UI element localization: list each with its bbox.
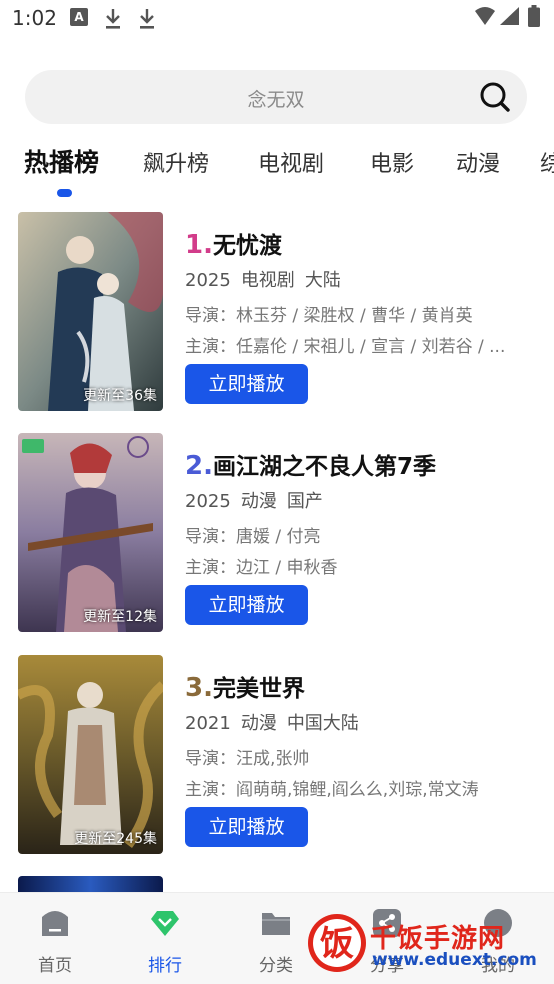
search-input[interactable]: 念无双 bbox=[25, 70, 527, 124]
title-text: 完美世界 bbox=[212, 676, 305, 702]
title-text: 无忧渡 bbox=[212, 233, 282, 259]
item-meta: 2025 电视剧 大陆 bbox=[185, 266, 351, 292]
genre: 动漫 bbox=[240, 713, 277, 734]
home-icon bbox=[42, 911, 68, 936]
item-title[interactable]: 2.画江湖之不良人第7季 bbox=[185, 447, 436, 481]
poster-image[interactable]: 更新至36集 bbox=[18, 212, 163, 411]
nav-label: 首页 bbox=[38, 956, 72, 976]
rank-number: 3. bbox=[185, 673, 213, 703]
nav-home[interactable]: 首页 bbox=[0, 893, 110, 984]
folder-icon bbox=[262, 913, 290, 935]
poster-art bbox=[18, 212, 163, 411]
status-bar: 1:02 A bbox=[0, 0, 554, 40]
poster-art bbox=[18, 655, 163, 854]
cast-line: 主演：阎萌萌,锦鲤,阎么么,刘琮,常文涛 bbox=[185, 780, 479, 800]
play-now-button[interactable]: 立即播放 bbox=[185, 807, 308, 847]
tab-hot[interactable]: 热播榜 bbox=[24, 143, 99, 179]
list-item[interactable]: 更新至36集 1.无忧渡 2025 电视剧 大陆 导演：林玉芬 / 梁胜权 / 曹华… bbox=[0, 212, 554, 414]
tab-indicator bbox=[57, 189, 72, 197]
poster-image[interactable]: 更新至245集 bbox=[18, 655, 163, 854]
region: 国产 bbox=[286, 491, 323, 512]
episode-badge: 更新至36集 bbox=[83, 388, 157, 404]
rank-number: 1. bbox=[185, 230, 213, 260]
director-line: 导演：唐媛 / 付亮 bbox=[185, 527, 321, 547]
search-icon[interactable] bbox=[479, 81, 511, 113]
nav-label: 排行 bbox=[148, 956, 182, 976]
item-title[interactable]: 1.无忧渡 bbox=[185, 226, 282, 260]
region: 中国大陆 bbox=[286, 713, 359, 734]
tab-rising[interactable]: 飙升榜 bbox=[143, 146, 209, 178]
wifi-icon bbox=[475, 7, 495, 25]
episode-badge: 更新至12集 bbox=[83, 609, 157, 625]
genre: 电视剧 bbox=[240, 270, 295, 291]
tab-variety[interactable]: 综 bbox=[540, 146, 554, 178]
rank-diamond-icon bbox=[151, 911, 179, 936]
cast-line: 主演：任嘉伦 / 宋祖儿 / 宣言 / 刘若谷 / ... bbox=[185, 337, 506, 357]
category-tabs: 热播榜 飙升榜 电视剧 电影 动漫 综 bbox=[0, 140, 554, 200]
poster-image[interactable]: 更新至12集 bbox=[18, 433, 163, 632]
director-line: 导演：汪成,张帅 bbox=[185, 749, 310, 769]
tab-tv-series[interactable]: 电视剧 bbox=[258, 146, 324, 178]
item-meta: 2021 动漫 中国大陆 bbox=[185, 709, 369, 735]
download-icon bbox=[140, 9, 154, 29]
genre: 动漫 bbox=[240, 491, 277, 512]
list-item[interactable]: 更新至245集 3.完美世界 2021 动漫 中国大陆 导演：汪成,张帅 主演：阎萌… bbox=[0, 655, 554, 857]
year: 2021 bbox=[185, 713, 231, 734]
a-notification-icon: A bbox=[70, 8, 88, 26]
play-now-button[interactable]: 立即播放 bbox=[185, 585, 308, 625]
status-time: 1:02 bbox=[12, 6, 57, 30]
item-title[interactable]: 3.完美世界 bbox=[185, 669, 305, 703]
region: 大陆 bbox=[304, 270, 341, 291]
watermark-glyph: 饭 bbox=[320, 924, 354, 964]
watermark-url: www.eduext.com bbox=[372, 950, 537, 970]
year: 2025 bbox=[185, 491, 231, 512]
signal-icon bbox=[500, 7, 519, 25]
list-item[interactable]: 更新至12集 2.画江湖之不良人第7季 2025 动漫 国产 导演：唐媛 / 付亮 … bbox=[0, 433, 554, 635]
site-watermark: 饭 千饭手游网 www.eduext.com bbox=[306, 912, 546, 976]
item-meta: 2025 动漫 国产 bbox=[185, 487, 333, 513]
poster-art bbox=[18, 433, 163, 632]
cast-line: 主演：边江 / 申秋香 bbox=[185, 558, 338, 578]
year: 2025 bbox=[185, 270, 231, 291]
tab-movie[interactable]: 电影 bbox=[370, 146, 414, 178]
play-now-button[interactable]: 立即播放 bbox=[185, 364, 308, 404]
tab-anime[interactable]: 动漫 bbox=[456, 146, 500, 178]
search-placeholder: 念无双 bbox=[247, 89, 305, 111]
battery-icon bbox=[528, 5, 540, 27]
rank-number: 2. bbox=[185, 451, 213, 481]
director-line: 导演：林玉芬 / 梁胜权 / 曹华 / 黄肖英 bbox=[185, 306, 473, 326]
episode-badge: 更新至245集 bbox=[74, 831, 157, 847]
nav-rank[interactable]: 排行 bbox=[110, 893, 220, 984]
download-icon bbox=[106, 9, 120, 29]
title-text: 画江湖之不良人第7季 bbox=[212, 454, 436, 480]
watermark-logo-icon: 饭 bbox=[308, 914, 366, 972]
